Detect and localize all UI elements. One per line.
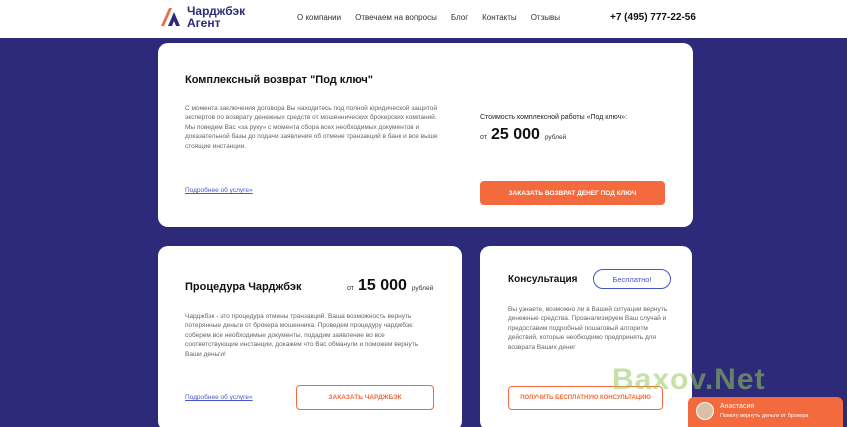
logo-text[interactable]: Чарджбэк Агент	[187, 5, 245, 29]
card-complex-return: Комплексный возврат "Под ключ" С момента…	[158, 43, 693, 227]
avatar	[696, 402, 714, 420]
logo-icon[interactable]	[159, 6, 181, 28]
price-value: 25 000	[490, 126, 540, 143]
card-title: Процедура Чарджбэк	[185, 281, 302, 293]
price: от 25 000 рублей	[480, 126, 566, 144]
nav-about[interactable]: О компании	[297, 13, 341, 22]
phone-number[interactable]: +7 (495) 777-22-56	[610, 12, 696, 23]
nav-faq[interactable]: Отвечаем на вопросы	[355, 13, 437, 22]
card-description: С момента заключения договора Вы находит…	[185, 105, 438, 150]
chat-message: Помогу вернуть деньги от брокера	[720, 413, 809, 419]
price-from: от	[347, 285, 354, 292]
chat-widget[interactable]: Анастасия Помогу вернуть деньги от броке…	[688, 397, 843, 427]
nav-blog[interactable]: Блог	[451, 13, 468, 22]
free-badge: Бесплатно!	[593, 269, 671, 289]
card-consultation: Консультация Бесплатно! Вы узнаете, возм…	[480, 246, 692, 427]
chat-agent-name: Анастасия	[720, 403, 755, 410]
details-link[interactable]: Подробнее об услуге»	[185, 394, 253, 401]
order-turnkey-button[interactable]: ЗАКАЗАТЬ ВОЗВРАТ ДЕНЕГ ПОД КЛЮЧ	[480, 181, 665, 205]
card-chargeback: Процедура Чарджбэк от 15 000 рублей Чард…	[158, 246, 462, 427]
price-from: от	[480, 134, 487, 141]
price-value: 15 000	[357, 277, 407, 294]
main-nav: О компании Отвечаем на вопросы Блог Конт…	[297, 13, 574, 22]
price-unit: рублей	[544, 134, 567, 141]
order-chargeback-button[interactable]: ЗАКАЗАТЬ ЧАРДЖБЭК	[296, 385, 434, 410]
price-unit: рублей	[411, 285, 434, 292]
price: от 15 000 рублей	[347, 277, 433, 295]
nav-contacts[interactable]: Контакты	[482, 13, 517, 22]
logo-line-2: Агент	[187, 16, 221, 30]
nav-reviews[interactable]: Отзывы	[531, 13, 560, 22]
card-title: Комплексный возврат "Под ключ"	[185, 74, 374, 86]
card-description: Вы узнаете, возможно ли в Вашей ситуации…	[508, 306, 668, 351]
details-link[interactable]: Подробнее об услуге»	[185, 187, 253, 194]
cost-label: Стоимость комплексной работы «Под ключ»:	[480, 114, 628, 121]
watermark: Baxov.Net	[612, 363, 766, 396]
site-header: Чарджбэк Агент О компании Отвечаем на во…	[0, 0, 847, 38]
card-title: Консультация	[508, 274, 578, 285]
card-description: Чарджбэк - это процедура отмены транзакц…	[185, 313, 419, 358]
